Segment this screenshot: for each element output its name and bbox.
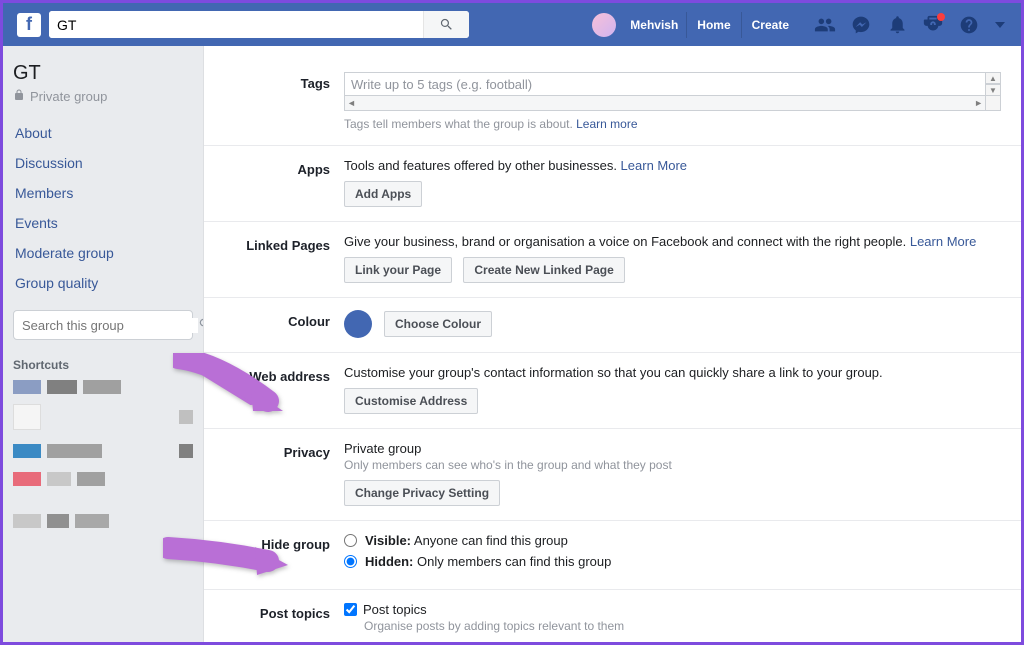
topbar: f Mehvish Home Create [3, 3, 1021, 46]
privacy-value: Private group [344, 441, 1001, 456]
add-apps-button[interactable]: Add Apps [344, 181, 422, 207]
section-tags: Tags Write up to 5 tags (e.g. football) … [204, 46, 1021, 146]
section-privacy: Privacy Private group Only members can s… [204, 429, 1021, 521]
profile-name[interactable]: Mehvish [622, 18, 686, 32]
section-post-topics: Post topics Post topics Organise posts b… [204, 590, 1021, 642]
group-privacy-text: Private group [30, 89, 107, 104]
tags-description: Tags tell members what the group is abou… [344, 117, 1001, 131]
group-title: GT [13, 62, 193, 85]
post-topics-check-label: Post topics [363, 602, 427, 617]
create-link[interactable]: Create [741, 12, 799, 38]
label-hide-group: Hide group [224, 533, 344, 575]
shortcut-item[interactable] [13, 514, 193, 528]
visible-option[interactable]: Visible: Anyone can find this group [344, 533, 1001, 548]
label-colour: Colour [224, 310, 344, 338]
link-page-button[interactable]: Link your Page [344, 257, 452, 283]
facebook-logo[interactable]: f [17, 13, 41, 37]
section-linked-pages: Linked Pages Give your business, brand o… [204, 222, 1021, 298]
shortcut-item[interactable] [13, 404, 193, 430]
notifications-icon[interactable] [885, 13, 909, 37]
privacy-sub: Only members can see who's in the group … [344, 458, 1001, 472]
label-tags: Tags [224, 72, 344, 131]
label-privacy: Privacy [224, 441, 344, 506]
colour-swatch [344, 310, 372, 338]
shortcut-item[interactable] [13, 472, 193, 486]
sidebar-item-events[interactable]: Events [13, 208, 193, 238]
hidden-option[interactable]: Hidden: Only members can find this group [344, 554, 1001, 569]
section-hide-group: Hide group Visible: Anyone can find this… [204, 521, 1021, 590]
linked-description: Give your business, brand or organisatio… [344, 234, 1001, 249]
tags-h-scrollbar[interactable]: ◄► [344, 96, 986, 111]
home-link[interactable]: Home [686, 12, 740, 38]
friend-requests-icon[interactable] [813, 13, 837, 37]
sidebar-search-input[interactable] [22, 318, 198, 333]
visible-radio[interactable] [344, 534, 357, 547]
linked-learn-more-link[interactable]: Learn More [910, 234, 976, 249]
notification-badge [937, 13, 945, 21]
label-web-address: Web address [224, 365, 344, 414]
label-post-topics: Post topics [224, 602, 344, 633]
section-web-address: Web address Customise your group's conta… [204, 353, 1021, 429]
lock-icon [13, 89, 25, 104]
change-privacy-button[interactable]: Change Privacy Setting [344, 480, 500, 506]
web-description: Customise your group's contact informati… [344, 365, 1001, 380]
tags-input[interactable]: Write up to 5 tags (e.g. football) [344, 72, 986, 96]
search-input[interactable] [49, 11, 423, 38]
sidebar-item-members[interactable]: Members [13, 178, 193, 208]
apps-description: Tools and features offered by other busi… [344, 158, 1001, 173]
sidebar-item-about[interactable]: About [13, 118, 193, 148]
sidebar-item-discussion[interactable]: Discussion [13, 148, 193, 178]
search-wrap [49, 11, 469, 38]
section-apps: Apps Tools and features offered by other… [204, 146, 1021, 222]
messenger-icon[interactable] [849, 13, 873, 37]
shortcut-item[interactable] [13, 380, 193, 394]
customise-address-button[interactable]: Customise Address [344, 388, 478, 414]
shortcuts-heading: Shortcuts [13, 358, 193, 372]
topbar-right: Mehvish Home Create [592, 12, 1013, 38]
post-topics-check-row[interactable]: Post topics [344, 602, 1001, 617]
label-linked-pages: Linked Pages [224, 234, 344, 283]
avatar[interactable] [592, 13, 616, 37]
sidebar-item-moderate[interactable]: Moderate group [13, 238, 193, 268]
section-colour: Colour Choose Colour [204, 298, 1021, 353]
tags-learn-more-link[interactable]: Learn more [576, 117, 637, 131]
tags-v-scrollbar[interactable]: ▲ ▼ [986, 72, 1001, 111]
account-menu-caret[interactable] [995, 22, 1005, 28]
search-button[interactable] [423, 11, 469, 38]
label-apps: Apps [224, 158, 344, 207]
apps-learn-more-link[interactable]: Learn More [621, 158, 687, 173]
search-icon [439, 17, 454, 32]
sidebar-nav: About Discussion Members Events Moderate… [13, 118, 193, 298]
post-topics-sub: Organise posts by adding topics relevant… [364, 619, 1001, 633]
group-privacy-label: Private group [13, 89, 193, 104]
sidebar: GT Private group About Discussion Member… [3, 46, 203, 642]
shortcut-item[interactable] [13, 444, 193, 458]
choose-colour-button[interactable]: Choose Colour [384, 311, 492, 337]
sidebar-item-quality[interactable]: Group quality [13, 268, 193, 298]
quick-help-icon[interactable] [921, 13, 945, 37]
post-topics-checkbox[interactable] [344, 603, 357, 616]
main-content: Tags Write up to 5 tags (e.g. football) … [203, 46, 1021, 642]
sidebar-search[interactable] [13, 310, 193, 340]
hidden-radio[interactable] [344, 555, 357, 568]
create-linked-page-button[interactable]: Create New Linked Page [463, 257, 624, 283]
help-icon[interactable] [957, 13, 981, 37]
